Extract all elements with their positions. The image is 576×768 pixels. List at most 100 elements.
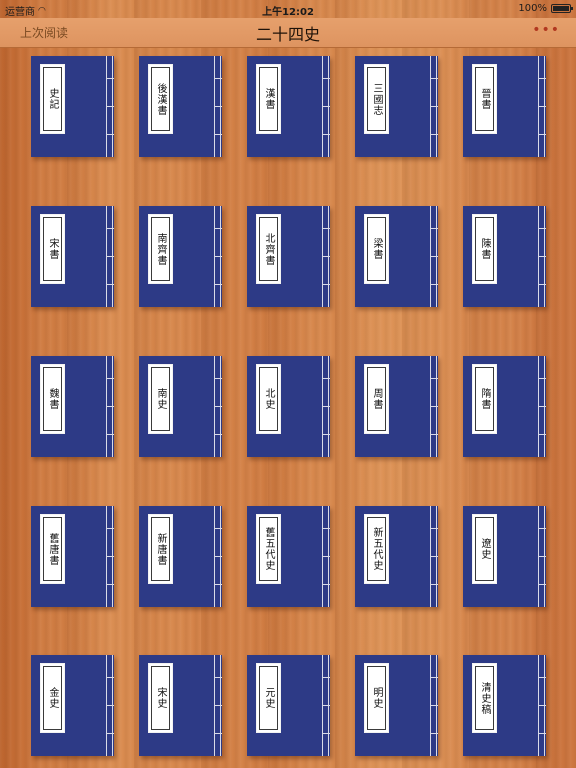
binding-stitch xyxy=(323,705,330,706)
book-title-label: 梁書 xyxy=(364,214,389,284)
binding-stitch xyxy=(323,677,330,678)
binding-stitch xyxy=(107,378,114,379)
book-title-label: 周書 xyxy=(364,364,389,434)
book-item[interactable]: 北齊書 xyxy=(247,206,330,307)
book-item[interactable]: 漢書 xyxy=(247,56,330,157)
book-item[interactable]: 金史 xyxy=(31,655,114,756)
binding-stitch xyxy=(215,228,222,229)
book-item[interactable]: 新五代史 xyxy=(355,506,438,607)
binding-stitch xyxy=(539,78,546,79)
binding-stitch xyxy=(431,434,438,435)
binding-stitch xyxy=(539,528,546,529)
book-title: 明史 xyxy=(371,687,382,709)
binding-stitch xyxy=(539,584,546,585)
book-title: 清史稿 xyxy=(479,681,490,715)
binding-stitch xyxy=(323,106,330,107)
book-item[interactable]: 魏書 xyxy=(31,356,114,457)
book-title-label: 晉書 xyxy=(472,64,497,134)
binding-stitch xyxy=(431,256,438,257)
binding-stitch xyxy=(215,284,222,285)
more-options-button[interactable]: ••• xyxy=(532,22,560,38)
binding-stitch xyxy=(215,434,222,435)
binding-stitch xyxy=(323,284,330,285)
binding-stitch xyxy=(215,378,222,379)
book-title: 元史 xyxy=(263,687,274,709)
book-title-label: 後漢書 xyxy=(148,64,173,134)
binding-stitch xyxy=(539,378,546,379)
book-item[interactable]: 晉書 xyxy=(463,56,546,157)
binding-stitch xyxy=(539,406,546,407)
book-title-label: 舊唐書 xyxy=(40,514,65,584)
book-item[interactable]: 遼史 xyxy=(463,506,546,607)
book-title: 陳書 xyxy=(479,238,490,260)
book-item[interactable]: 元史 xyxy=(247,655,330,756)
binding-stitch xyxy=(107,78,114,79)
binding-stitch xyxy=(107,528,114,529)
book-item[interactable]: 南史 xyxy=(139,356,222,457)
binding-stitch xyxy=(107,256,114,257)
book-title-label: 宋史 xyxy=(148,663,173,733)
navigation-bar: 上次阅读 二十四史 ••• xyxy=(0,18,576,48)
binding-stitch xyxy=(215,584,222,585)
book-item[interactable]: 北史 xyxy=(247,356,330,457)
binding-stitch xyxy=(431,106,438,107)
book-title-label: 舊五代史 xyxy=(256,514,281,584)
book-title-label: 史記 xyxy=(40,64,65,134)
book-title-label: 元史 xyxy=(256,663,281,733)
book-item[interactable]: 陳書 xyxy=(463,206,546,307)
book-title-label: 魏書 xyxy=(40,364,65,434)
binding-stitch xyxy=(215,406,222,407)
book-item[interactable]: 史記 xyxy=(31,56,114,157)
status-bar: 运营商 ◠ 上午12:02 100% xyxy=(0,0,576,18)
book-item[interactable]: 後漢書 xyxy=(139,56,222,157)
binding-stitch xyxy=(107,134,114,135)
book-title-label: 宋書 xyxy=(40,214,65,284)
book-title-label: 南史 xyxy=(148,364,173,434)
battery-percent: 100% xyxy=(518,3,547,14)
status-time: 上午12:02 xyxy=(262,7,314,18)
binding-stitch xyxy=(323,378,330,379)
book-title: 隋書 xyxy=(479,388,490,410)
book-item[interactable]: 舊五代史 xyxy=(247,506,330,607)
binding-stitch xyxy=(539,705,546,706)
book-title: 北齊書 xyxy=(263,232,274,266)
binding-stitch xyxy=(323,434,330,435)
book-title: 南史 xyxy=(155,388,166,410)
binding-stitch xyxy=(107,733,114,734)
binding-stitch xyxy=(539,106,546,107)
book-title: 宋書 xyxy=(47,238,58,260)
binding-stitch xyxy=(323,528,330,529)
book-title: 遼史 xyxy=(479,538,490,560)
status-right: 100% xyxy=(518,3,573,14)
book-title-label: 三國志 xyxy=(364,64,389,134)
book-item[interactable]: 明史 xyxy=(355,655,438,756)
book-title-label: 明史 xyxy=(364,663,389,733)
binding-stitch xyxy=(431,584,438,585)
book-title-label: 陳書 xyxy=(472,214,497,284)
book-item[interactable]: 隋書 xyxy=(463,356,546,457)
book-title: 新唐書 xyxy=(155,532,166,566)
binding-stitch xyxy=(215,677,222,678)
binding-stitch xyxy=(107,106,114,107)
book-item[interactable]: 宋史 xyxy=(139,655,222,756)
binding-stitch xyxy=(539,733,546,734)
book-item[interactable]: 三國志 xyxy=(355,56,438,157)
book-item[interactable]: 宋書 xyxy=(31,206,114,307)
binding-stitch xyxy=(107,406,114,407)
book-item[interactable]: 舊唐書 xyxy=(31,506,114,607)
book-item[interactable]: 清史稿 xyxy=(463,655,546,756)
book-title: 晉書 xyxy=(479,88,490,110)
book-title-label: 金史 xyxy=(40,663,65,733)
book-title-label: 隋書 xyxy=(472,364,497,434)
book-item[interactable]: 周書 xyxy=(355,356,438,457)
battery-icon xyxy=(551,4,573,13)
binding-stitch xyxy=(215,134,222,135)
page-title: 二十四史 xyxy=(255,25,320,44)
binding-stitch xyxy=(323,78,330,79)
book-item[interactable]: 梁書 xyxy=(355,206,438,307)
binding-stitch xyxy=(539,134,546,135)
binding-stitch xyxy=(323,556,330,557)
book-item[interactable]: 南齊書 xyxy=(139,206,222,307)
book-item[interactable]: 新唐書 xyxy=(139,506,222,607)
binding-stitch xyxy=(431,78,438,79)
